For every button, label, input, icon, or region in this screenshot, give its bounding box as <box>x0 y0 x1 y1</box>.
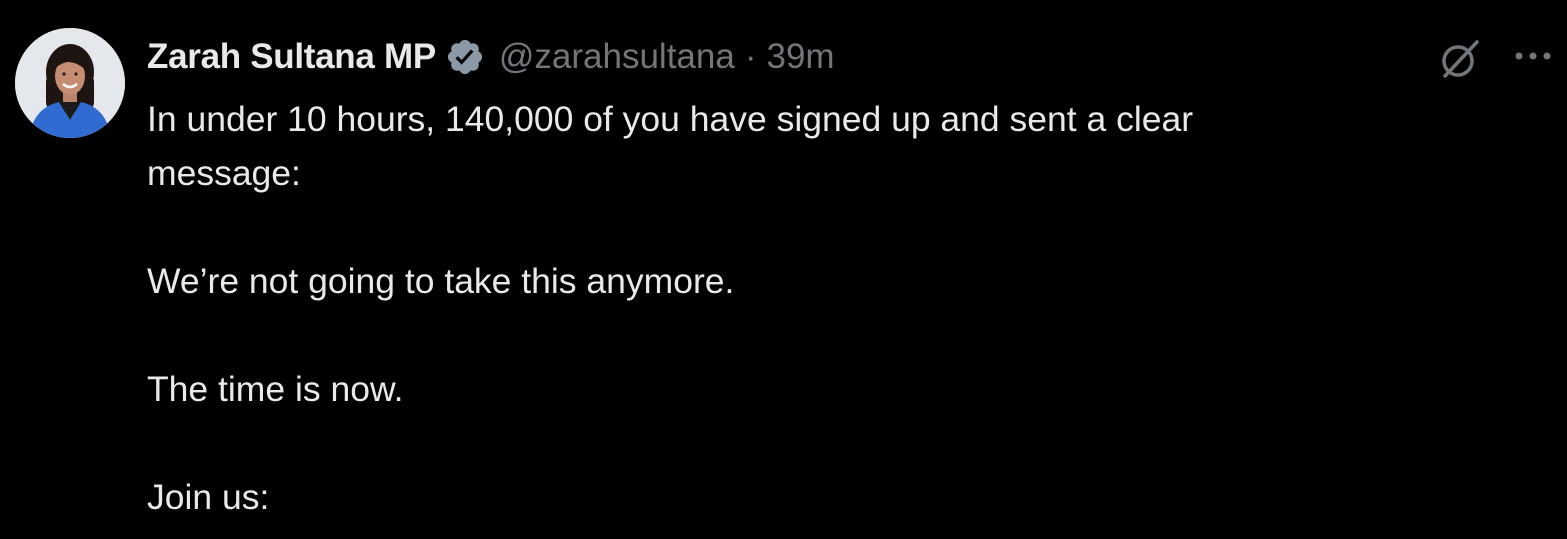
tweet-text: In under 10 hours, 140,000 of you have s… <box>147 92 1447 524</box>
avatar-portrait-icon <box>15 28 125 138</box>
tweet-text-line: We’re not going to take this anymore. <box>147 261 735 301</box>
avatar[interactable] <box>15 28 125 138</box>
tweet-card[interactable]: Zarah Sultana MP @zarahsultana · 39m In … <box>0 0 1567 539</box>
verified-badge-icon[interactable] <box>445 37 485 77</box>
tweet-text-line: Join us: <box>147 477 270 517</box>
author-handle[interactable]: @zarahsultana <box>499 37 735 77</box>
tweet-text-line: message: <box>147 153 301 193</box>
author-display-name[interactable]: Zarah Sultana MP <box>147 37 436 77</box>
tweet-text-line: In under 10 hours, 140,000 of you have s… <box>147 99 1194 139</box>
tweet-header: Zarah Sultana MP @zarahsultana · 39m <box>147 34 835 80</box>
more-options-icon[interactable] <box>1510 36 1556 76</box>
tweet-timestamp[interactable]: 39m <box>766 37 834 77</box>
grok-icon[interactable] <box>1437 36 1483 82</box>
separator-dot: · <box>744 37 757 76</box>
tweet-text-line: The time is now. <box>147 369 404 409</box>
